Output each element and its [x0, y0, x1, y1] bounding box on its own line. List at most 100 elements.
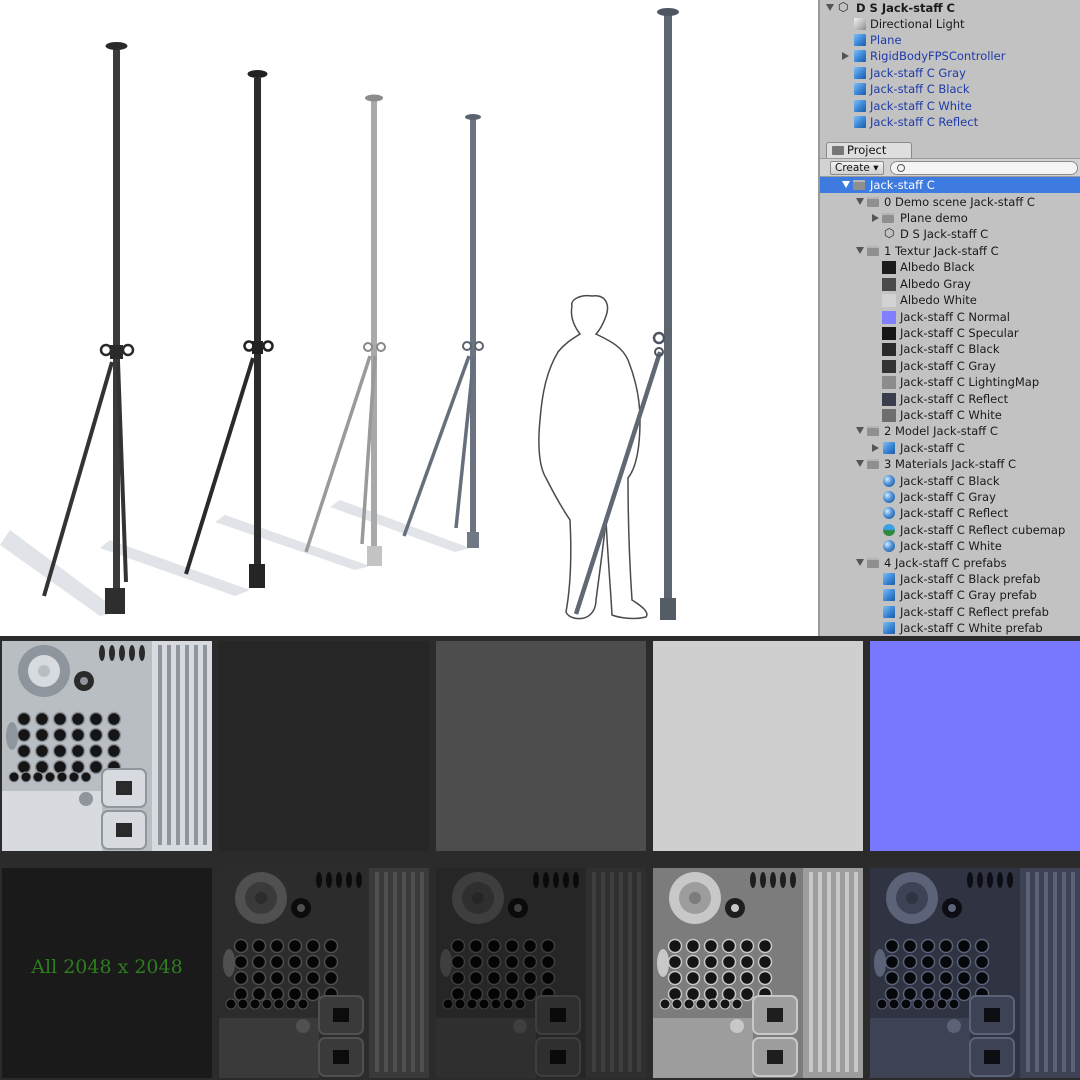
item-label: Jack-staff C Specular — [900, 326, 1019, 340]
item-label: Albedo Black — [900, 260, 975, 274]
texture-black — [219, 868, 429, 1078]
uv-layout — [653, 868, 863, 1078]
hierarchy-scene-row[interactable]: ⬡ D S Jack-staff C — [820, 0, 1080, 16]
texture-thumbnail-icon — [882, 393, 896, 406]
chevron-down-icon[interactable] — [856, 460, 864, 467]
cubemap-icon — [883, 524, 895, 536]
texture-thumbnail-icon — [882, 409, 896, 422]
unity-scene-icon: ⬡ — [838, 0, 849, 14]
project-texture-item[interactable]: Jack-staff C Normal — [820, 309, 1080, 325]
uv-layout — [870, 868, 1080, 1078]
project-item[interactable]: Jack-staff C — [820, 440, 1080, 456]
project-folder[interactable]: 4 Jack-staff C prefabs — [820, 555, 1080, 571]
folder-label: 0 Demo scene Jack-staff C — [884, 195, 1035, 209]
project-texture-item[interactable]: Jack-staff C LightingMap — [820, 374, 1080, 390]
project-texture-item[interactable]: Albedo Gray — [820, 276, 1080, 292]
folder-icon — [867, 426, 879, 436]
project-item[interactable]: Jack-staff C Black prefab — [820, 571, 1080, 587]
chevron-right-icon[interactable] — [872, 444, 879, 452]
chevron-down-icon[interactable] — [856, 427, 864, 434]
hierarchy-panel: ⬡ D S Jack-staff C Directional Light Pla… — [818, 0, 1080, 138]
project-folder[interactable]: 0 Demo scene Jack-staff C — [820, 194, 1080, 210]
chevron-down-icon[interactable] — [826, 4, 834, 11]
item-label: Albedo White — [900, 293, 977, 307]
hierarchy-item[interactable]: Jack-staff C Reflect — [820, 114, 1080, 130]
material-icon — [883, 491, 895, 503]
chevron-right-icon[interactable] — [872, 214, 879, 222]
texture-thumbnail-icon — [882, 327, 896, 340]
folder-label: 2 Model Jack-staff C — [884, 424, 998, 438]
project-item[interactable]: Jack-staff C Gray prefab — [820, 587, 1080, 603]
item-label: Jack-staff C Gray — [900, 490, 996, 504]
hierarchy-item[interactable]: Jack-staff C Gray — [820, 65, 1080, 81]
project-texture-item[interactable]: Jack-staff C Black — [820, 341, 1080, 357]
chevron-down-icon[interactable] — [856, 247, 864, 254]
tab-project[interactable]: Project — [826, 142, 912, 158]
item-label: Jack-staff C Normal — [900, 310, 1010, 324]
project-texture-item[interactable]: Jack-staff C Gray — [820, 358, 1080, 374]
scene-viewport[interactable] — [0, 0, 818, 636]
jack-staff-black-1 — [42, 42, 135, 614]
project-item[interactable]: Plane demo — [820, 210, 1080, 226]
create-button[interactable]: Create ▾ — [830, 161, 884, 175]
hierarchy-item[interactable]: Jack-staff C Black — [820, 81, 1080, 97]
search-input[interactable] — [909, 162, 1069, 174]
project-item[interactable]: ⬡ D S Jack-staff C — [820, 226, 1080, 242]
folder-icon — [853, 180, 865, 190]
project-texture-item[interactable]: Albedo Black — [820, 259, 1080, 275]
project-texture-item[interactable]: Jack-staff C Reflect — [820, 391, 1080, 407]
item-label: D S Jack-staff C — [900, 227, 989, 241]
folder-label: 4 Jack-staff C prefabs — [884, 556, 1007, 570]
hierarchy-item[interactable]: RigidBodyFPSController — [820, 48, 1080, 64]
project-item[interactable]: Jack-staff C Gray — [820, 489, 1080, 505]
project-item[interactable]: Jack-staff C Black — [820, 473, 1080, 489]
folder-label: Jack-staff C — [870, 178, 935, 192]
search-field[interactable] — [890, 161, 1078, 175]
project-item[interactable]: Jack-staff C Reflect cubemap — [820, 522, 1080, 538]
search-icon — [897, 164, 905, 172]
chevron-down-icon[interactable] — [856, 559, 864, 566]
hierarchy-item[interactable]: Directional Light — [820, 16, 1080, 32]
project-folder[interactable]: 2 Model Jack-staff C — [820, 423, 1080, 439]
texture-thumbnail-icon — [882, 343, 896, 356]
item-label: Jack-staff C Black — [900, 474, 1000, 488]
folder-tab-icon — [832, 146, 844, 155]
item-label: Jack-staff C White — [900, 408, 1002, 422]
chevron-right-icon[interactable] — [842, 52, 849, 60]
texture-thumbnail-icon — [882, 278, 896, 291]
material-icon — [883, 540, 895, 552]
item-label: Jack-staff C Reflect cubemap — [900, 523, 1066, 537]
project-folder[interactable]: 3 Materials Jack-staff C — [820, 456, 1080, 472]
project-folder[interactable]: 1 Textur Jack-staff C — [820, 243, 1080, 259]
project-item[interactable]: Jack-staff C Reflect — [820, 505, 1080, 521]
project-texture-item[interactable]: Jack-staff C Specular — [820, 325, 1080, 341]
hierarchy-item-label: RigidBodyFPSController — [870, 49, 1006, 63]
project-item[interactable]: Jack-staff C White prefab — [820, 620, 1080, 636]
cube-icon — [854, 50, 866, 62]
prefab-icon — [854, 83, 866, 95]
project-panel: Project Create ▾ Jack-staff C 0 Demo sce… — [818, 138, 1080, 636]
gray-cube-icon — [854, 18, 866, 30]
texture-thumbnail-icon — [882, 311, 896, 324]
texture-thumbnail-icon — [882, 261, 896, 274]
hierarchy-item[interactable]: Jack-staff C White — [820, 98, 1080, 114]
item-label: Albedo Gray — [900, 277, 971, 291]
human-silhouette — [538, 294, 648, 620]
project-item[interactable]: Jack-staff C Reflect prefab — [820, 604, 1080, 620]
folder-icon — [867, 459, 879, 469]
folder-icon — [867, 558, 879, 568]
item-label: Jack-staff C — [900, 441, 965, 455]
uv-layout — [436, 868, 646, 1078]
project-item[interactable]: Jack-staff C White — [820, 538, 1080, 554]
item-label: Jack-staff C LightingMap — [900, 375, 1040, 389]
hierarchy-item[interactable]: Plane — [820, 32, 1080, 48]
hierarchy-item-label: Jack-staff C White — [870, 99, 972, 113]
project-texture-item[interactable]: Albedo White — [820, 292, 1080, 308]
chevron-down-icon[interactable] — [842, 181, 850, 188]
project-root-folder[interactable]: Jack-staff C — [820, 177, 1080, 193]
chevron-down-icon[interactable] — [856, 198, 864, 205]
prefab-icon — [854, 116, 866, 128]
hierarchy-item-label: Jack-staff C Black — [870, 82, 970, 96]
item-label: Jack-staff C White — [900, 539, 1002, 553]
project-texture-item[interactable]: Jack-staff C White — [820, 407, 1080, 423]
